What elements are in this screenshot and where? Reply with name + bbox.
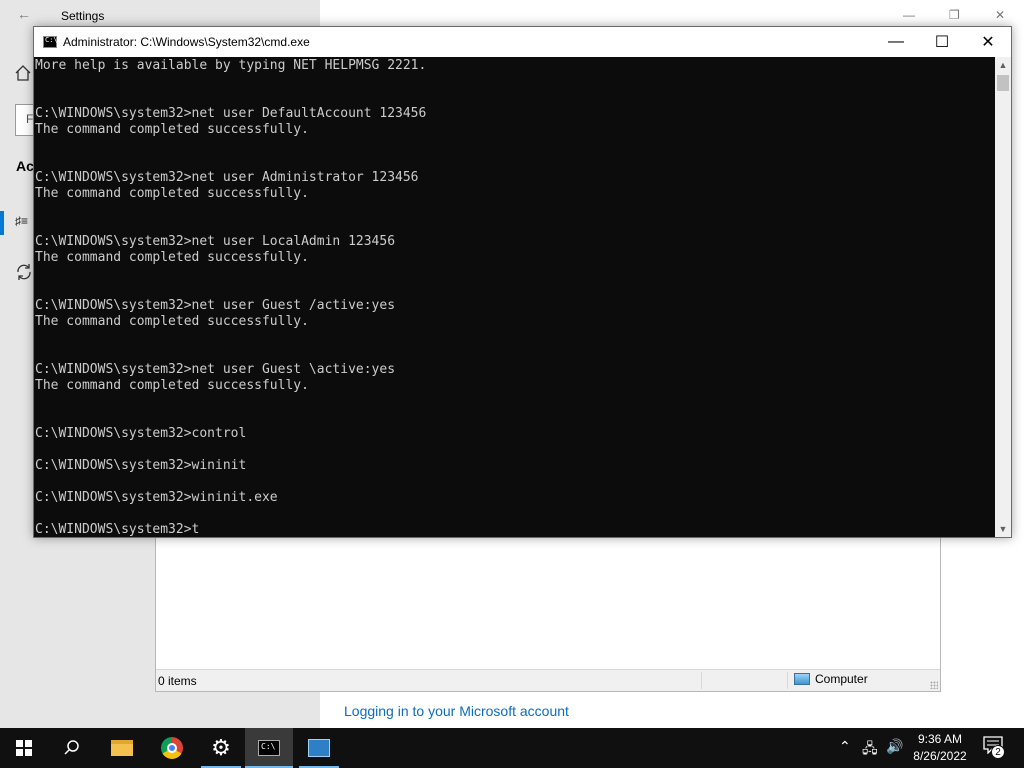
- settings-maximize-button[interactable]: ❐: [949, 8, 960, 22]
- cmd-minimize-button[interactable]: —: [873, 27, 919, 57]
- console-line: The command completed successfully.: [35, 378, 309, 393]
- volume-icon[interactable]: 🔊: [886, 738, 903, 755]
- cmd-window: C:\ Administrator: C:\Windows\System32\c…: [33, 26, 1012, 538]
- console-line: C:\WINDOWS\system32>net user Guest /acti…: [35, 298, 396, 313]
- clock-time: 9:36 AM: [917, 732, 963, 746]
- resize-grip-icon[interactable]: [930, 681, 938, 689]
- cmd-scrollbar[interactable]: ▲ ▼: [995, 57, 1011, 537]
- settings-minimize-button[interactable]: —: [903, 8, 915, 22]
- settings-section-heading: Ac: [16, 158, 34, 174]
- cmd-window-icon[interactable]: C:\: [43, 36, 58, 48]
- start-button[interactable]: [0, 728, 48, 768]
- cmd-maximize-button[interactable]: ☐: [919, 27, 965, 57]
- console-line: C:\WINDOWS\system32>net user LocalAdmin …: [35, 234, 396, 249]
- account-info-icon[interactable]: ♯≡: [15, 214, 28, 228]
- settings-close-button[interactable]: ✕: [995, 8, 1005, 22]
- control-panel-taskbar-button[interactable]: [295, 728, 343, 768]
- back-arrow-icon[interactable]: ←: [14, 6, 34, 26]
- clock-date: 8/26/2022: [913, 749, 967, 763]
- explorer-status-bar: 0 items Computer: [156, 669, 940, 691]
- console-prompt-line: C:\WINDOWS\system32>t: [35, 522, 200, 537]
- computer-icon: [794, 673, 810, 685]
- cmd-titlebar[interactable]: C:\ Administrator: C:\Windows\System32\c…: [34, 27, 1011, 57]
- taskbar: ⚙ C:\ ⌃ 🖧 🔊 9:36 AM 8/26/2022 2: [0, 728, 1024, 768]
- file-explorer-icon: [111, 740, 133, 756]
- status-divider: [787, 672, 788, 689]
- zone-label: Computer: [815, 672, 868, 686]
- cmd-console[interactable]: More help is available by typing NET HEL…: [34, 57, 995, 537]
- cmd-window-title: Administrator: C:\Windows\System32\cmd.e…: [63, 35, 310, 49]
- network-icon[interactable]: 🖧: [862, 738, 878, 762]
- search-icon: [64, 740, 79, 755]
- cmd-taskbar-button[interactable]: C:\: [245, 728, 293, 768]
- selected-indicator: [0, 211, 4, 235]
- notification-count-badge: 2: [991, 745, 1005, 759]
- action-center-button[interactable]: 2: [983, 736, 1007, 760]
- windows-logo-icon: [16, 740, 32, 756]
- settings-taskbar-button[interactable]: ⚙: [197, 728, 245, 768]
- console-line: C:\WINDOWS\system32>net user DefaultAcco…: [35, 106, 427, 121]
- settings-gear-icon: ⚙: [211, 735, 231, 760]
- chrome-button[interactable]: [148, 728, 196, 768]
- taskbar-search-button[interactable]: [48, 728, 96, 768]
- home-icon[interactable]: [14, 64, 34, 82]
- console-line: The command completed successfully.: [35, 314, 309, 329]
- explorer-content-pane[interactable]: 0 items Computer: [155, 536, 941, 692]
- show-hidden-icons-chevron-icon[interactable]: ⌃: [839, 738, 851, 755]
- console-line: C:\WINDOWS\system32>wininit: [35, 458, 247, 473]
- console-line: The command completed successfully.: [35, 122, 309, 137]
- status-divider: [701, 672, 702, 689]
- console-line: The command completed successfully.: [35, 186, 309, 201]
- zone-indicator: Computer: [794, 672, 868, 686]
- scroll-thumb[interactable]: [997, 75, 1009, 91]
- console-line: The command completed successfully.: [35, 250, 309, 265]
- cmd-window-icon-text: C:\: [45, 36, 58, 44]
- cmd-close-button[interactable]: ✕: [965, 27, 1011, 57]
- cmd-icon: C:\: [258, 740, 280, 756]
- console-line: C:\WINDOWS\system32>net user Guest \acti…: [35, 362, 396, 377]
- console-line: C:\WINDOWS\system32>wininit.exe: [35, 490, 278, 505]
- item-count: 0 items: [158, 674, 197, 688]
- scroll-up-arrow-icon[interactable]: ▲: [995, 57, 1011, 73]
- console-line: C:\WINDOWS\system32>net user Administrat…: [35, 170, 419, 185]
- console-line: C:\WINDOWS\system32>control: [35, 426, 247, 441]
- scroll-down-arrow-icon[interactable]: ▼: [995, 521, 1011, 537]
- microsoft-account-link[interactable]: Logging in to your Microsoft account: [344, 703, 569, 719]
- chrome-icon: [161, 737, 183, 759]
- taskbar-clock[interactable]: 9:36 AM 8/26/2022: [905, 731, 975, 765]
- file-explorer-button[interactable]: [98, 728, 146, 768]
- control-panel-icon: [308, 739, 330, 757]
- sync-icon[interactable]: [14, 262, 34, 282]
- console-line: More help is available by typing NET HEL…: [35, 58, 427, 73]
- settings-title: Settings: [61, 9, 105, 23]
